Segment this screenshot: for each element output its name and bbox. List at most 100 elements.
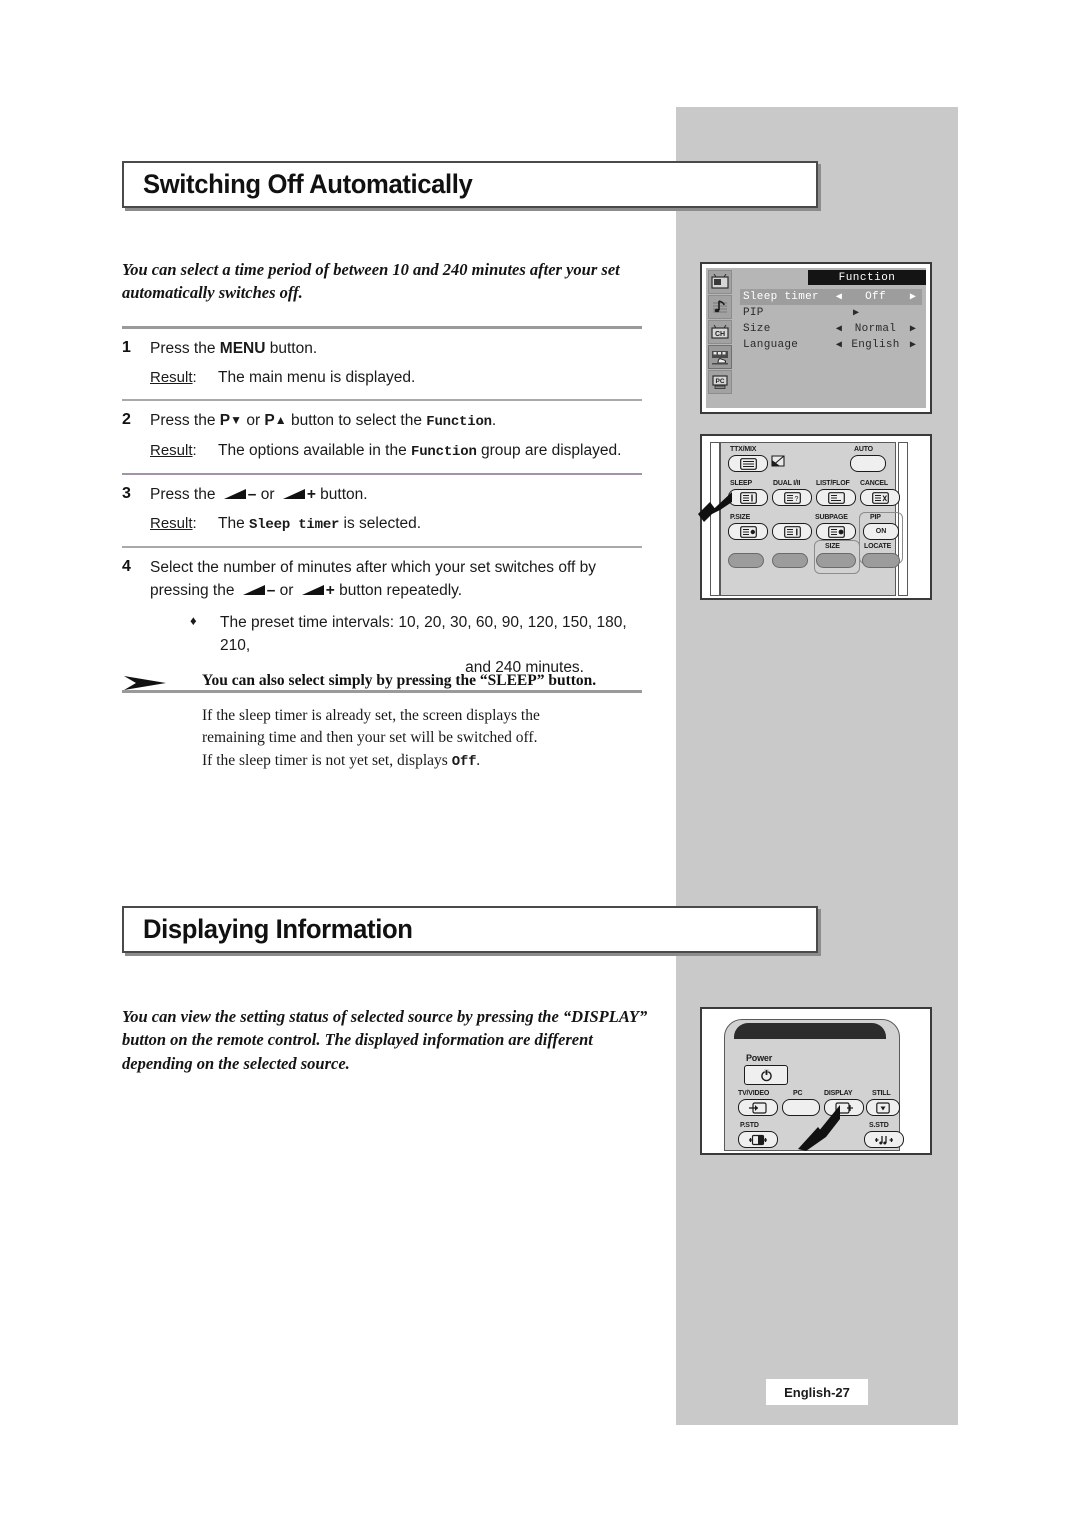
subpage-button[interactable]: [816, 523, 856, 540]
plus-sign: +: [306, 485, 316, 503]
auto-label: AUTO: [854, 446, 873, 453]
pip-label: PIP: [870, 514, 881, 521]
intro-paragraph-displaying: You can view the setting status of selec…: [122, 1007, 648, 1073]
bullet-text: The preset time intervals: 10, 20, 30, 6…: [220, 612, 642, 679]
step-text-end: .: [491, 412, 497, 430]
still-button[interactable]: [866, 1099, 900, 1116]
step-text-pre: Press the: [150, 485, 220, 503]
channel-icon[interactable]: CH: [708, 320, 732, 344]
osd-row-label: Size: [743, 323, 771, 335]
list-flof-label: LIST/FLOF: [816, 480, 850, 487]
right-arrow-icon[interactable]: ▶: [904, 339, 922, 351]
step-bullet: ♦ The preset time intervals: 10, 20, 30,…: [150, 612, 642, 679]
result-post: group are displayed.: [476, 441, 622, 459]
power-button[interactable]: [744, 1065, 788, 1085]
step-1: 1 Press the MENU button. Result: The mai…: [122, 329, 642, 399]
note-heading: You can also select simply by pressing t…: [202, 672, 597, 689]
note-line-1: If the sleep timer is already set, the s…: [202, 707, 540, 724]
pointer-arrow-display-icon: [794, 1103, 846, 1156]
step-instruction: Press the P▼ or P▲ button to select the …: [150, 410, 642, 432]
plus-sign: +: [325, 581, 335, 599]
result-text: The Sleep timer is selected.: [218, 513, 642, 536]
osd-row-pip[interactable]: PIP ▶: [740, 305, 922, 321]
osd-menu-screenshot: CH PC Function Sleep timer ◀ Off ▶ PIP ▶…: [700, 262, 932, 414]
left-arrow-icon[interactable]: ◀: [831, 339, 847, 351]
step-result: Result: The main menu is displayed.: [150, 367, 642, 389]
step-text-post: button to select the: [286, 412, 427, 430]
note-line-3-pre: If the sleep timer is not yet set, displ…: [202, 751, 452, 769]
page-title-switching: Switching Off Automatically: [143, 169, 473, 199]
svg-text:CH: CH: [715, 331, 725, 338]
step-instruction: Press the MENU button.: [150, 338, 642, 360]
step-4: 4 Select the number of minutes after whi…: [122, 548, 642, 689]
step-number: 2: [122, 411, 131, 429]
step-text-pre: Press the: [150, 340, 220, 357]
chevron-up-icon: ▲: [274, 413, 287, 428]
display-label: DISPLAY: [824, 1090, 853, 1097]
svg-text:PC: PC: [715, 378, 724, 385]
step-number: 4: [122, 558, 131, 576]
dual-button[interactable]: ?: [772, 489, 812, 506]
bullet-line-1: The preset time intervals: 10, 20, 30, 6…: [220, 614, 627, 654]
step-instruction: Press the – or + button.: [150, 484, 642, 506]
osd-row-language[interactable]: Language ◀ English ▶: [740, 337, 922, 353]
svg-text:?: ?: [794, 496, 798, 503]
ttx-mix-label: TTX/MIX: [730, 446, 757, 453]
osd-row-label: Language: [743, 339, 799, 351]
color-button-2[interactable]: [772, 553, 808, 568]
pc-icon[interactable]: PC: [708, 370, 732, 394]
osd-row-label: PIP: [743, 307, 764, 319]
cancel-label: CANCEL: [860, 480, 888, 487]
volume-down-icon: [223, 488, 247, 500]
step-text-pre: Press the: [150, 412, 220, 430]
volume-up-icon: [301, 584, 325, 596]
tv-video-button[interactable]: [738, 1099, 778, 1116]
function-icon[interactable]: [708, 345, 732, 369]
picture-icon[interactable]: [708, 270, 732, 294]
locate-label: LOCATE: [864, 543, 892, 550]
locate-button[interactable]: [862, 553, 900, 568]
pip-on-button[interactable]: ON: [863, 523, 899, 540]
left-arrow-icon[interactable]: ◀: [831, 291, 847, 303]
osd-row-value: English: [851, 339, 900, 351]
right-arrow-icon[interactable]: ▶: [904, 291, 922, 303]
osd-row-sleep-timer[interactable]: Sleep timer ◀ Off ▶: [740, 289, 922, 305]
result-label-text: Result: [150, 515, 193, 533]
result-pre: The: [218, 515, 250, 533]
step-text-post: button repeatedly.: [334, 581, 463, 599]
step-3: 3 Press the – or + button. Result: The S…: [122, 475, 642, 546]
sound-icon[interactable]: [708, 295, 732, 319]
sleep-label: SLEEP: [730, 480, 752, 487]
p-std-button[interactable]: [738, 1131, 778, 1148]
osd-sidebar: CH PC: [706, 268, 736, 408]
osd-row-size[interactable]: Size ◀ Normal ▶: [740, 321, 922, 337]
right-arrow-icon[interactable]: ▶: [904, 323, 922, 335]
size-button[interactable]: [816, 553, 856, 568]
submenu-arrow-icon[interactable]: ▶: [847, 307, 904, 319]
chevron-down-icon: ▼: [230, 413, 243, 428]
auto-button[interactable]: [850, 455, 886, 472]
menu-key-label: MENU: [219, 340, 266, 357]
result-label: Result:: [150, 369, 197, 387]
s-std-button[interactable]: [864, 1131, 904, 1148]
result-post: is selected.: [339, 515, 422, 533]
step-number: 1: [122, 339, 131, 356]
result-text: The options available in the Function gr…: [218, 440, 642, 463]
dual-label: DUAL I/II: [773, 480, 801, 487]
step-text-mid: or: [275, 581, 298, 599]
ttx-mix-overlay-icon: [771, 455, 785, 469]
osd-header-title: Function: [808, 270, 926, 285]
s-std-label: S.STD: [869, 1122, 889, 1129]
step-instruction: Select the number of minutes after which…: [150, 557, 642, 602]
ttx-mix-button[interactable]: [728, 455, 768, 472]
teletext-extra-button[interactable]: [772, 523, 812, 540]
steps-list: 1 Press the MENU button. Result: The mai…: [122, 326, 642, 693]
left-arrow-icon[interactable]: ◀: [831, 323, 847, 335]
note-body: If the sleep timer is already set, the s…: [122, 705, 652, 772]
list-flof-button[interactable]: [816, 489, 856, 506]
remote-ir-window: [734, 1023, 886, 1039]
p-up-key-label: P: [264, 412, 275, 430]
color-button-1[interactable]: [728, 553, 764, 568]
cancel-button[interactable]: [860, 489, 900, 506]
step-result: Result: The options available in the Fun…: [150, 440, 642, 463]
